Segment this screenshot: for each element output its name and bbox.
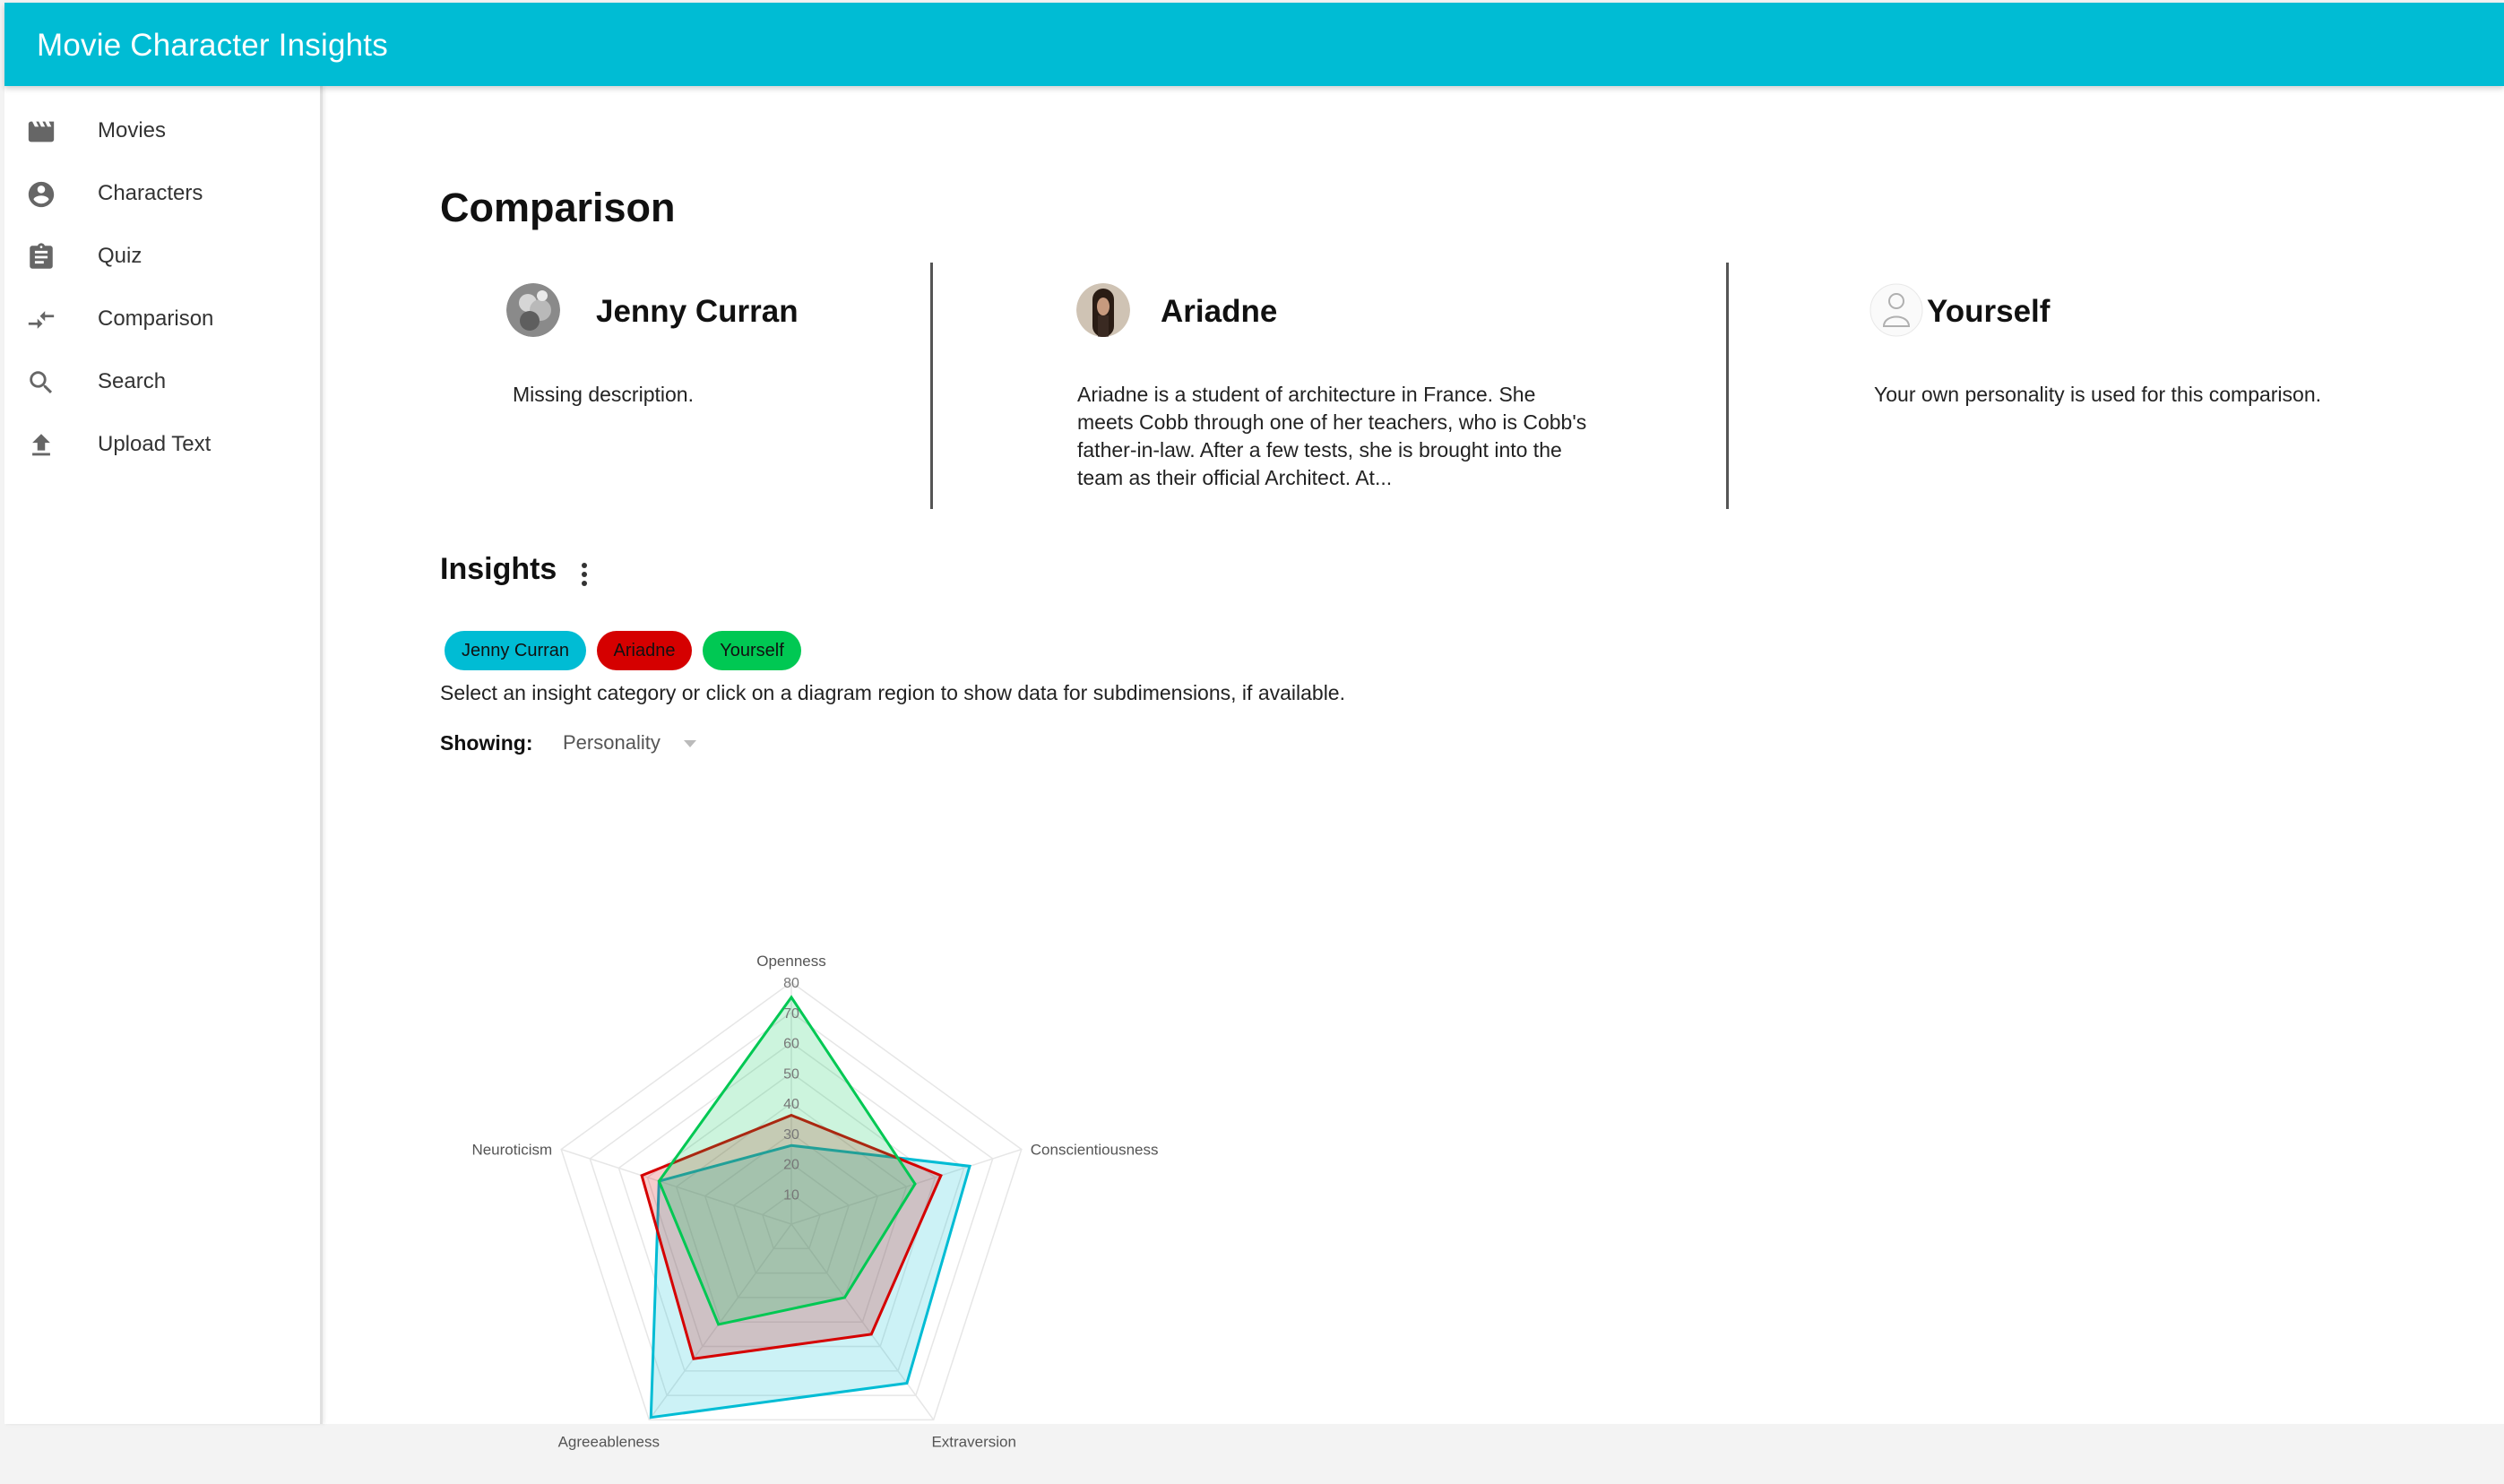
radar-chart[interactable]: 10 20 30 40 50 60 70 80 Openness Conscientiousnes… [412, 830, 1219, 1484]
chip-ariadne[interactable]: Ariadne [597, 631, 692, 670]
sidebar-item-comparison[interactable]: Comparison [4, 293, 320, 347]
character-description: Missing description. [513, 383, 694, 406]
sidebar-item-label: Movies [98, 118, 167, 142]
chip-yourself[interactable]: Yourself [703, 631, 801, 670]
avatar[interactable] [1076, 283, 1130, 337]
category-label[interactable]: Agreeableness [558, 1433, 660, 1450]
sidebar-item-label: Upload Text [98, 432, 212, 456]
clipboard-icon [30, 243, 53, 269]
character-description: Ariadne is a student of architecture in … [1077, 383, 1587, 489]
tick-label: 20 [783, 1158, 799, 1173]
sidebar-item-label: Quiz [98, 244, 142, 268]
tick-label: 70 [783, 1006, 799, 1022]
avatar[interactable] [1869, 283, 1923, 337]
character-photo [1076, 283, 1130, 337]
tick-label: 10 [783, 1187, 799, 1203]
character-name[interactable]: Jenny Curran [596, 294, 799, 330]
avatar[interactable] [506, 283, 560, 337]
sidebar-item-characters[interactable]: Characters [4, 168, 320, 221]
category-label[interactable]: Extraversion [931, 1433, 1015, 1450]
character-name[interactable]: Ariadne [1161, 294, 1277, 330]
tick-label: 50 [783, 1066, 799, 1082]
tick-label: 40 [783, 1097, 799, 1112]
category-label[interactable]: Neuroticism [471, 1142, 552, 1159]
sidebar-item-upload-text[interactable]: Upload Text [4, 418, 320, 472]
tick-label: 60 [783, 1037, 799, 1052]
chevron-down-icon [684, 740, 696, 747]
account-circle-icon [28, 181, 55, 208]
insights-hint: Select an insight category or click on a… [440, 681, 1345, 704]
tick-label: 80 [783, 976, 799, 991]
sidebar-item-label: Characters [98, 181, 203, 205]
character-description: Your own personality is used for this co… [1874, 383, 2322, 406]
sidebar-item-label: Comparison [98, 306, 214, 331]
sidebar-item-movies[interactable]: Movies [4, 105, 320, 159]
movie-icon [28, 121, 55, 142]
card-divider [930, 263, 933, 509]
page-title: Comparison [440, 185, 676, 230]
main-content: Comparison Jenny Curran Missing descript… [323, 86, 2504, 1450]
insights-title: Insights [440, 552, 557, 586]
app-bar: Movie Character Insights [4, 3, 2504, 86]
sidebar-item-label: Search [98, 369, 167, 393]
upload-icon [32, 434, 50, 456]
character-name[interactable]: Yourself [1927, 294, 2050, 330]
app-title: Movie Character Insights [37, 28, 388, 63]
category-select[interactable]: Personality [563, 728, 715, 758]
chip-jenny-curran[interactable]: Jenny Curran [445, 631, 586, 670]
compare-arrows-icon [28, 311, 55, 329]
search-icon [30, 371, 53, 394]
sidebar-item-quiz[interactable]: Quiz [4, 230, 320, 284]
category-label[interactable]: Conscientiousness [1031, 1142, 1159, 1159]
category-label[interactable]: Openness [756, 953, 826, 970]
person-outline-icon [1869, 283, 1923, 337]
category-select-value: Personality [563, 731, 661, 754]
showing-label: Showing: [440, 731, 533, 755]
character-photo [506, 283, 560, 337]
sidebar: Movies Characters Quiz Comparison Search [4, 86, 323, 1424]
tick-label: 30 [783, 1127, 799, 1143]
more-vert-icon[interactable] [575, 561, 593, 588]
card-divider [1726, 263, 1729, 509]
sidebar-item-search[interactable]: Search [4, 356, 320, 410]
